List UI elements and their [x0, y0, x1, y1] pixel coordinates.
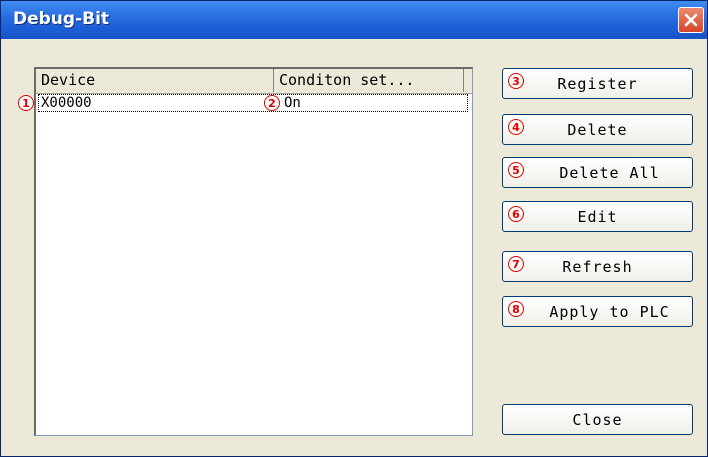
- cell-device: X00000: [41, 95, 92, 111]
- close-button[interactable]: Close: [502, 404, 693, 435]
- column-header-condition[interactable]: Conditon set...: [274, 69, 464, 92]
- title-bar[interactable]: Debug-Bit: [1, 1, 707, 39]
- dialog-body: Device Conditon set... X00000 On 1 2 3 R…: [1, 39, 707, 456]
- delete-all-button[interactable]: 5 Delete All: [502, 157, 693, 188]
- column-header-device[interactable]: Device: [36, 69, 274, 92]
- apply-to-plc-button[interactable]: 8 Apply to PLC: [502, 296, 693, 327]
- cell-condition: On: [284, 95, 301, 111]
- delete-button[interactable]: 4 Delete: [502, 114, 693, 145]
- callout-marker-1: 1: [18, 95, 34, 111]
- list-row[interactable]: X00000 On: [38, 94, 468, 112]
- register-button[interactable]: 3 Register: [502, 68, 693, 99]
- device-list[interactable]: Device Conditon set... X00000 On: [34, 67, 473, 436]
- callout-marker-5: 5: [508, 162, 524, 178]
- window-title: Debug-Bit: [13, 9, 110, 29]
- edit-button[interactable]: 6 Edit: [502, 201, 693, 232]
- window-close-button[interactable]: [678, 7, 704, 33]
- callout-marker-8: 8: [508, 301, 524, 317]
- close-icon: [684, 13, 698, 27]
- list-header: Device Conditon set...: [36, 69, 472, 94]
- refresh-button[interactable]: 7 Refresh: [502, 251, 693, 282]
- callout-marker-2: 2: [264, 95, 280, 111]
- debug-bit-dialog: Debug-Bit Device Conditon set... X00000 …: [0, 0, 708, 457]
